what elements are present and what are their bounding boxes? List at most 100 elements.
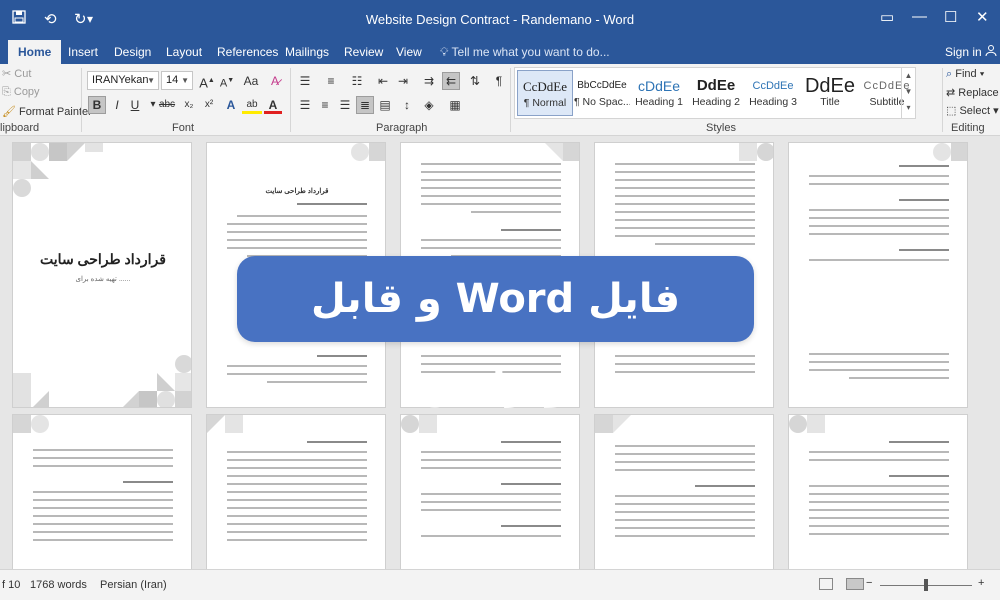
format-painter-button[interactable]: 🖌︎ Format Painter [2,105,92,118]
status-bar: f 10 1768 words Persian (Iran) − + [0,569,1000,600]
print-layout-icon[interactable] [846,578,864,590]
font-color-button[interactable]: A [264,96,282,114]
read-mode-icon[interactable] [819,578,833,590]
text-line [849,377,949,379]
text-line [421,179,561,181]
ltr-direction-icon[interactable]: ⇉ [420,72,438,90]
style-heading-3[interactable]: CcDdEe Heading 3 [745,70,801,116]
text-line [809,485,949,487]
text-line [33,491,173,493]
tab-review[interactable]: Review [334,40,393,64]
text-line [615,527,755,529]
zoom-slider-thumb[interactable] [924,579,928,591]
show-formatting-button[interactable]: ¶ [490,72,508,90]
close-icon[interactable]: ✕ [976,8,989,26]
more-styles-icon[interactable]: ▾ [906,103,910,112]
zoom-in-icon[interactable]: + [978,577,984,589]
change-case-button[interactable]: Aa [240,72,262,90]
minimize-icon[interactable]: — [912,8,927,25]
clear-formatting-icon[interactable]: A̷ [266,72,284,90]
style-normal[interactable]: CcDdEe ¶ Normal [517,70,573,116]
style-heading-2[interactable]: DdEe Heading 2 [688,70,744,116]
document-page [594,414,774,569]
align-center-icon[interactable]: ≡ [316,96,334,114]
text-line [615,171,755,173]
text-line [33,499,173,501]
select-button[interactable]: ⬚ Select ▾ [946,104,999,117]
superscript-button[interactable]: x² [200,96,218,114]
align-right-icon[interactable]: ☰ [336,96,354,114]
text-line [615,503,755,505]
text-line [615,203,755,205]
rtl-direction-icon[interactable]: ⇇ [442,72,460,90]
text-effects-button[interactable]: A [222,96,240,114]
sign-in-link[interactable]: Sign in [945,40,982,64]
increase-indent-icon[interactable]: ⇥ [394,72,412,90]
find-button[interactable]: ⌕ Find ▾ [946,68,984,81]
underline-button[interactable]: U [126,96,144,114]
tab-layout[interactable]: Layout [156,40,212,64]
replace-button[interactable]: ⇄ Replace [946,86,999,99]
text-line [809,501,949,503]
distributed-icon[interactable]: ▤ [376,96,394,114]
bold-button[interactable]: B [88,96,106,114]
numbering-icon[interactable]: ≡ [322,72,340,90]
text-line [227,223,367,225]
style-no-spacing[interactable]: BbCcDdEe ¶ No Spac... [574,70,630,116]
copy-button[interactable]: ⎘ Copy [2,86,40,99]
shading-icon[interactable]: ◈ [420,96,438,114]
word-count[interactable]: 1768 words [30,579,87,591]
text-line [33,539,173,541]
maximize-icon[interactable]: ☐ [944,8,957,26]
share-icon[interactable] [985,44,997,59]
align-left-icon[interactable]: ☰ [296,96,314,114]
tab-design[interactable]: Design [104,40,161,64]
styles-gallery: CcDdEe ¶ Normal BbCcDdEe ¶ No Spac... cD… [514,67,916,119]
multilevel-list-icon[interactable]: ☷ [348,72,366,90]
font-group-label: Font [172,122,195,134]
proofing-language[interactable]: Persian (Iran) [100,579,167,591]
zoom-out-icon[interactable]: − [866,577,872,589]
geometric-decoration [789,415,825,433]
text-line [33,515,173,517]
chevron-up-icon[interactable]: ▲ [905,71,913,80]
page-count[interactable]: f 10 [2,579,20,591]
style-heading-1[interactable]: cDdEe Heading 1 [631,70,687,116]
highlight-button[interactable]: ab [242,96,262,114]
tab-insert[interactable]: Insert [58,40,108,64]
subscript-button[interactable]: x₂ [180,96,198,114]
page-heading: قرارداد طراحی سایت [265,188,329,195]
tell-me-box[interactable]: 💡︎ Tell me what you want to do... [440,40,610,64]
tab-view[interactable]: View [386,40,432,64]
style-title[interactable]: DdEe Title [802,70,858,116]
text-line [501,525,561,527]
strikethrough-button[interactable]: abc [156,96,178,114]
shrink-font-button[interactable]: A▼ [218,72,236,90]
justify-icon[interactable]: ≣ [356,96,374,114]
document-page [12,414,192,569]
sort-icon[interactable]: ⇅ [466,72,484,90]
replace-icon: ⇄ [946,87,956,99]
ribbon-options-icon[interactable]: ▭ [880,8,894,26]
italic-button[interactable]: I [108,96,126,114]
text-line [501,483,561,485]
font-name-box[interactable]: IRANYekan ▼ [87,71,159,90]
bullets-icon[interactable]: ☰ [296,72,314,90]
text-line [809,525,949,527]
grow-font-button[interactable]: A▲ [198,72,216,90]
text-line [227,507,367,509]
styles-scroll[interactable]: ▲ ▼ ▾ [901,68,915,118]
borders-icon[interactable]: ▦ [446,96,464,114]
chevron-down-icon[interactable]: ▼ [905,87,913,96]
decrease-indent-icon[interactable]: ⇤ [374,72,392,90]
line-spacing-icon[interactable]: ↕ [398,96,416,114]
cut-button[interactable]: ✂ Cut [2,67,31,80]
geometric-decoration [739,143,773,161]
font-size-box[interactable]: 14 ▼ [161,71,193,90]
text-line [809,353,949,355]
text-line [421,451,561,453]
tab-home[interactable]: Home [8,40,62,64]
text-line [33,465,173,467]
tab-mailings[interactable]: Mailings [275,40,339,64]
text-line [615,495,755,497]
